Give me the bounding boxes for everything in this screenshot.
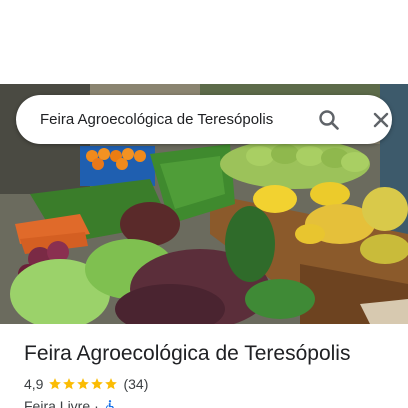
- rating-value: 4,9: [24, 376, 44, 392]
- place-title: Feira Agroecológica de Teresópolis: [24, 342, 351, 365]
- rating-row[interactable]: 4,9 (34): [24, 375, 148, 393]
- category-row: Feira Livre ·: [24, 398, 117, 408]
- search-bar[interactable]: Feira Agroecológica de Teresópolis: [16, 95, 392, 144]
- place-category: Feira Livre: [24, 398, 91, 408]
- top-blank-area: [0, 0, 408, 84]
- wheelchair-icon: [105, 400, 114, 408]
- star-icon: [63, 378, 76, 390]
- maps-place-screen: Feira Agroecológica de Teresópolis Feira…: [0, 0, 408, 408]
- close-icon[interactable]: [368, 107, 394, 133]
- separator-dot: ·: [94, 398, 99, 408]
- star-icon: [49, 378, 62, 390]
- review-count[interactable]: (34): [123, 376, 148, 392]
- search-input[interactable]: Feira Agroecológica de Teresópolis: [40, 95, 273, 144]
- star-icon: [105, 378, 118, 390]
- search-icon[interactable]: [316, 107, 342, 133]
- star-icon: [91, 378, 104, 390]
- star-icon: [77, 378, 90, 390]
- star-rating: [48, 377, 118, 391]
